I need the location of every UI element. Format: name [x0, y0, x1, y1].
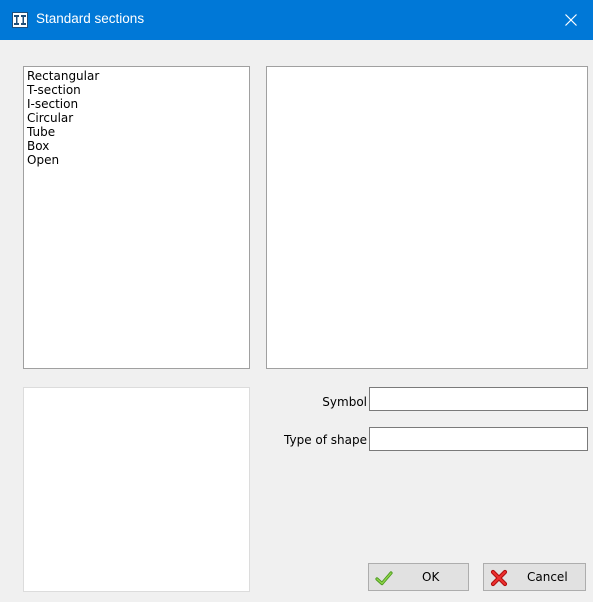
symbol-label: Symbol: [322, 395, 367, 409]
title-bar[interactable]: Standard sections: [0, 0, 593, 40]
list-item[interactable]: I-section: [27, 97, 246, 111]
list-item[interactable]: Rectangular: [27, 69, 246, 83]
list-item[interactable]: T-section: [27, 83, 246, 97]
type-of-shape-input[interactable]: [369, 427, 588, 451]
list-item[interactable]: Box: [27, 139, 246, 153]
close-button[interactable]: [549, 0, 593, 40]
section-preview-panel: [266, 66, 588, 369]
section-type-list[interactable]: Rectangular T-section I-section Circular…: [23, 66, 250, 369]
list-item[interactable]: Open: [27, 153, 246, 167]
checkmark-icon: [375, 571, 393, 586]
symbol-input[interactable]: [369, 387, 588, 411]
close-icon: [565, 14, 577, 26]
ok-button[interactable]: OK: [368, 563, 469, 591]
standard-sections-dialog: Standard sections Rectangular T-section …: [0, 0, 593, 602]
cancel-button[interactable]: Cancel: [483, 563, 586, 591]
red-x-icon: [490, 569, 508, 587]
window-title: Standard sections: [36, 11, 145, 26]
cancel-button-label: Cancel: [527, 570, 568, 584]
section-size-list[interactable]: [23, 387, 250, 592]
type-of-shape-label: Type of shape: [284, 433, 367, 447]
list-item[interactable]: Circular: [27, 111, 246, 125]
list-item[interactable]: Tube: [27, 125, 246, 139]
ok-button-label: OK: [422, 570, 440, 584]
section-icon: [12, 12, 28, 28]
